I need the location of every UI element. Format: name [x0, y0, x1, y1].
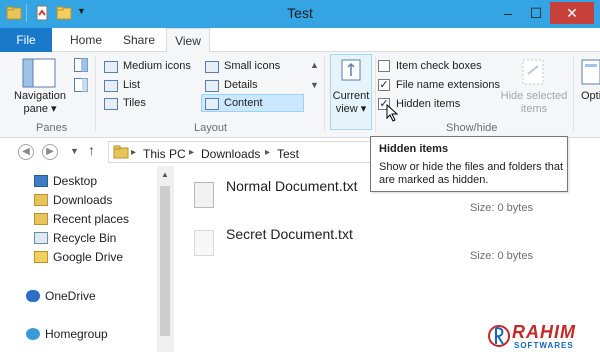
navigation-pane-icon	[22, 58, 56, 88]
file-name: Secret Document.txt	[226, 226, 353, 242]
options-button[interactable]: Opti	[581, 90, 600, 102]
ribbon: Navigation pane ▾ Panes Medium icons Lis…	[0, 52, 600, 138]
breadcrumb-downloads[interactable]: Downloads	[201, 147, 260, 161]
nav-item-recycle-bin[interactable]: Recycle Bin	[34, 229, 116, 247]
scroll-up-icon[interactable]: ▲	[161, 170, 169, 179]
ribbon-tabs: File Home Share View	[0, 28, 600, 53]
downloads-folder-icon	[34, 194, 48, 206]
file-name-extensions-label: File name extensions	[396, 79, 500, 91]
hide-selected-items-icon	[522, 59, 544, 85]
breadcrumb-separator-icon[interactable]: ▸	[189, 147, 194, 158]
medium-icons-icon	[104, 61, 118, 73]
recent-locations-dropdown-icon[interactable]: ▼	[70, 146, 79, 156]
layout-small-icons[interactable]: Small icons	[224, 60, 280, 72]
panes-group-label: Panes	[36, 122, 68, 134]
nav-item-recent-places[interactable]: Recent places	[34, 210, 129, 228]
divider	[375, 56, 376, 132]
watermark-sub-text: SOFTWARES	[514, 341, 574, 350]
desktop-icon	[34, 175, 48, 187]
showhide-group-label: Show/hide	[446, 122, 498, 134]
breadcrumb-separator-icon[interactable]: ▸	[131, 147, 136, 158]
nav-item-label: Homegroup	[45, 327, 108, 341]
file-size: Size: 0 bytes	[470, 202, 533, 214]
tab-share[interactable]: Share	[114, 28, 164, 52]
nav-item-desktop[interactable]: Desktop	[34, 172, 97, 190]
window-controls: – ☐ ✕	[494, 2, 594, 24]
title-bar: ▼ Test – ☐ ✕	[0, 0, 600, 28]
layout-content[interactable]: Content	[224, 97, 263, 109]
list-item[interactable]: Secret Document.txt Size: 0 bytes	[190, 226, 550, 276]
divider	[573, 56, 574, 132]
nav-item-label: Recycle Bin	[53, 231, 117, 245]
layout-tiles[interactable]: Tiles	[123, 97, 146, 109]
recent-places-icon	[34, 213, 48, 225]
up-arrow-icon[interactable]: ↑	[88, 142, 95, 158]
nav-item-label: OneDrive	[45, 289, 96, 303]
folder-icon	[113, 145, 129, 159]
divider	[324, 56, 325, 132]
tooltip-title: Hidden items	[379, 143, 449, 155]
file-name: Normal Document.txt	[226, 178, 358, 194]
google-drive-icon	[34, 251, 48, 263]
recycle-bin-icon	[34, 232, 48, 244]
content-icon	[205, 98, 219, 110]
hidden-items-label: Hidden items	[396, 98, 461, 110]
preview-pane-icon[interactable]	[74, 58, 88, 72]
homegroup-icon	[26, 328, 40, 340]
layout-scroll-down-icon[interactable]: ▼	[310, 80, 319, 90]
current-view-icon	[341, 59, 361, 81]
back-button[interactable]: ◀	[18, 144, 34, 160]
tiles-icon	[104, 98, 118, 110]
layout-details[interactable]: Details	[224, 79, 258, 91]
text-file-icon	[194, 230, 214, 256]
nav-item-label: Google Drive	[53, 250, 124, 264]
maximize-button[interactable]: ☐	[522, 2, 550, 24]
details-icon	[205, 80, 219, 92]
hidden-items-tooltip: Hidden items Show or hide the files and …	[370, 136, 568, 192]
nav-item-downloads[interactable]: Downloads	[34, 191, 112, 209]
options-icon	[581, 59, 600, 85]
current-view-button[interactable]: Current view ▾	[330, 90, 372, 116]
breadcrumb-this-pc[interactable]: This PC	[143, 147, 186, 161]
onedrive-cloud-icon	[26, 290, 40, 302]
tab-view[interactable]: View	[166, 28, 210, 53]
divider	[95, 56, 96, 132]
tooltip-body: Show or hide the files and folders that …	[379, 161, 564, 186]
item-check-boxes-label: Item check boxes	[396, 60, 482, 72]
mouse-cursor-icon	[386, 104, 399, 122]
item-check-boxes-checkbox[interactable]	[378, 60, 390, 72]
file-size: Size: 0 bytes	[470, 250, 533, 262]
text-file-icon	[194, 182, 214, 208]
nav-item-label: Desktop	[53, 174, 98, 188]
watermark: RAHIM SOFTWARES	[488, 322, 598, 352]
nav-item-google-drive[interactable]: Google Drive	[34, 248, 123, 266]
nav-item-homegroup[interactable]: Homegroup	[26, 325, 108, 343]
layout-medium-icons[interactable]: Medium icons	[123, 60, 191, 72]
forward-button[interactable]: ▶	[42, 144, 58, 160]
tab-file[interactable]: File	[0, 28, 52, 52]
layout-scroll-up-icon[interactable]: ▲	[310, 60, 319, 70]
small-icons-icon	[205, 61, 219, 73]
layout-list[interactable]: List	[123, 79, 140, 91]
tab-home[interactable]: Home	[60, 28, 112, 52]
minimize-button[interactable]: –	[494, 2, 522, 24]
navigation-pane: Desktop Downloads Recent places Recycle …	[0, 166, 176, 352]
breadcrumb-separator-icon[interactable]: ▸	[265, 147, 270, 158]
nav-item-onedrive[interactable]: OneDrive	[26, 287, 96, 305]
details-pane-icon[interactable]	[74, 78, 88, 92]
nav-item-label: Downloads	[53, 193, 113, 207]
watermark-main-text: RAHIM	[512, 322, 576, 342]
layout-group-label: Layout	[194, 122, 228, 134]
watermark-logo-icon	[488, 325, 510, 347]
nav-scrollbar-thumb[interactable]	[160, 186, 170, 336]
nav-item-label: Recent places	[53, 212, 130, 226]
hide-selected-items-button[interactable]: Hide selected items	[500, 90, 568, 116]
navigation-pane-button[interactable]: Navigation pane ▾	[12, 90, 68, 116]
breadcrumb-test[interactable]: Test	[277, 147, 299, 161]
file-name-extensions-checkbox[interactable]: ✓	[378, 79, 390, 91]
list-icon	[104, 80, 118, 92]
close-button[interactable]: ✕	[550, 2, 594, 24]
address-bar[interactable]: ▸ This PC ▸ Downloads ▸ Test	[108, 141, 378, 163]
